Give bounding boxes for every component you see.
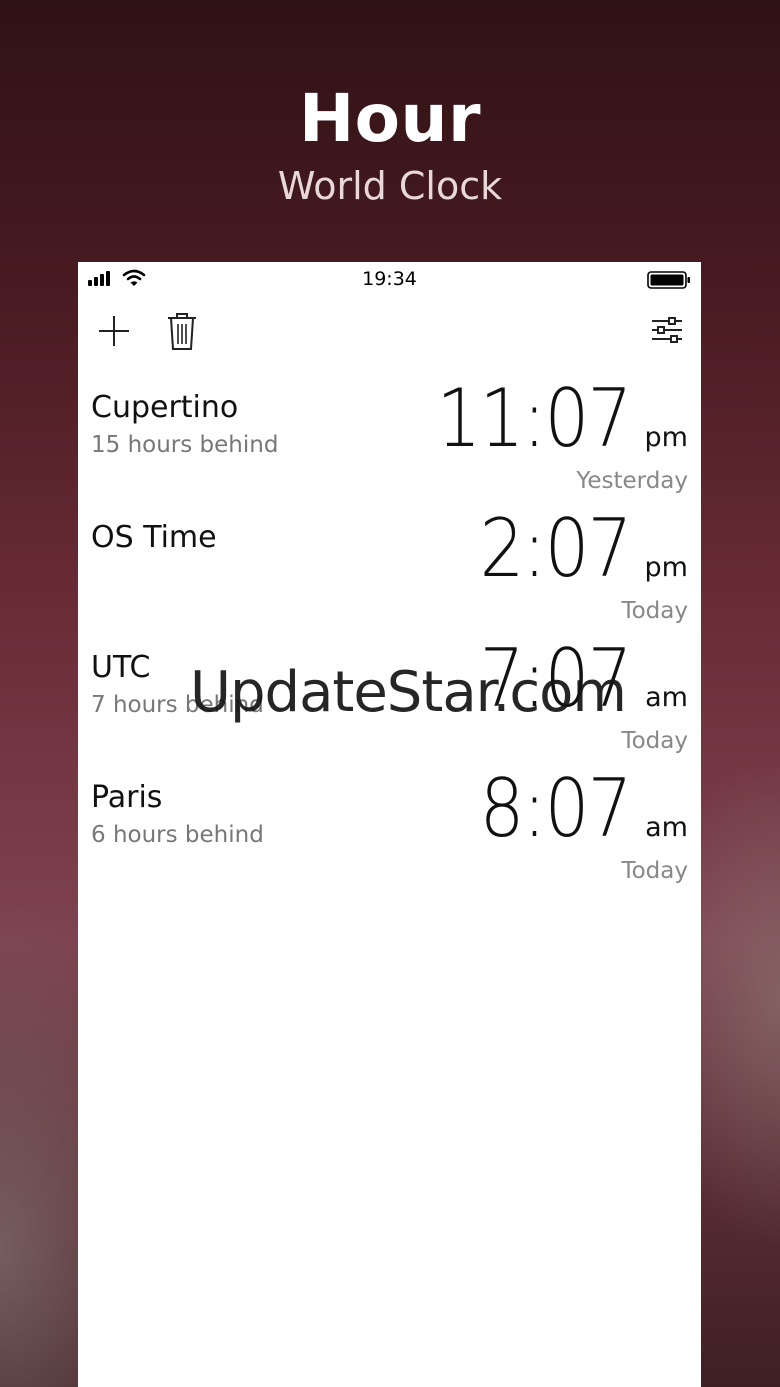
settings-button[interactable] (647, 308, 687, 348)
city-day: Today (621, 728, 688, 754)
city-time: 8:07 (479, 762, 633, 855)
city-day: Today (621, 598, 688, 624)
city-name: UTC (91, 650, 151, 685)
toolbar (78, 302, 701, 352)
city-ampm: am (645, 812, 688, 843)
city-name: Cupertino (91, 390, 239, 425)
city-offset: 15 hours behind (91, 432, 279, 458)
hero-title: Hour (298, 80, 482, 157)
city-day: Today (621, 858, 688, 884)
city-time: 11:07 (436, 372, 633, 465)
city-ampm: pm (644, 552, 688, 583)
trash-icon (168, 313, 196, 350)
status-time: 19:34 (362, 268, 417, 290)
plus-icon (99, 316, 129, 346)
city-row-paris[interactable]: Paris 6 hours behind 8:07 am Today (78, 762, 701, 906)
city-row-cupertino[interactable]: Cupertino 15 hours behind 11:07 pm Yeste… (78, 372, 701, 516)
city-offset: 6 hours behind (91, 822, 264, 848)
delete-button[interactable] (162, 308, 202, 350)
city-ampm: pm (644, 422, 688, 453)
city-name: OS Time (91, 520, 217, 555)
watermark-text: UpdateStar.com (190, 660, 627, 725)
status-bar: 19:34 (78, 262, 701, 296)
add-city-button[interactable] (94, 308, 134, 348)
city-time: 2:07 (479, 502, 633, 595)
city-name: Paris (91, 780, 163, 815)
hero-subtitle: World Clock (277, 164, 503, 208)
city-ampm: am (645, 682, 688, 713)
phone-screen: 19:34 Cupertino 15 hours behind 11:07 pm… (78, 262, 701, 1387)
city-day: Yesterday (576, 468, 688, 494)
sliders-icon (652, 317, 682, 343)
city-row-os-time[interactable]: OS Time 2:07 pm Today (78, 502, 701, 646)
battery-icon (647, 271, 690, 289)
